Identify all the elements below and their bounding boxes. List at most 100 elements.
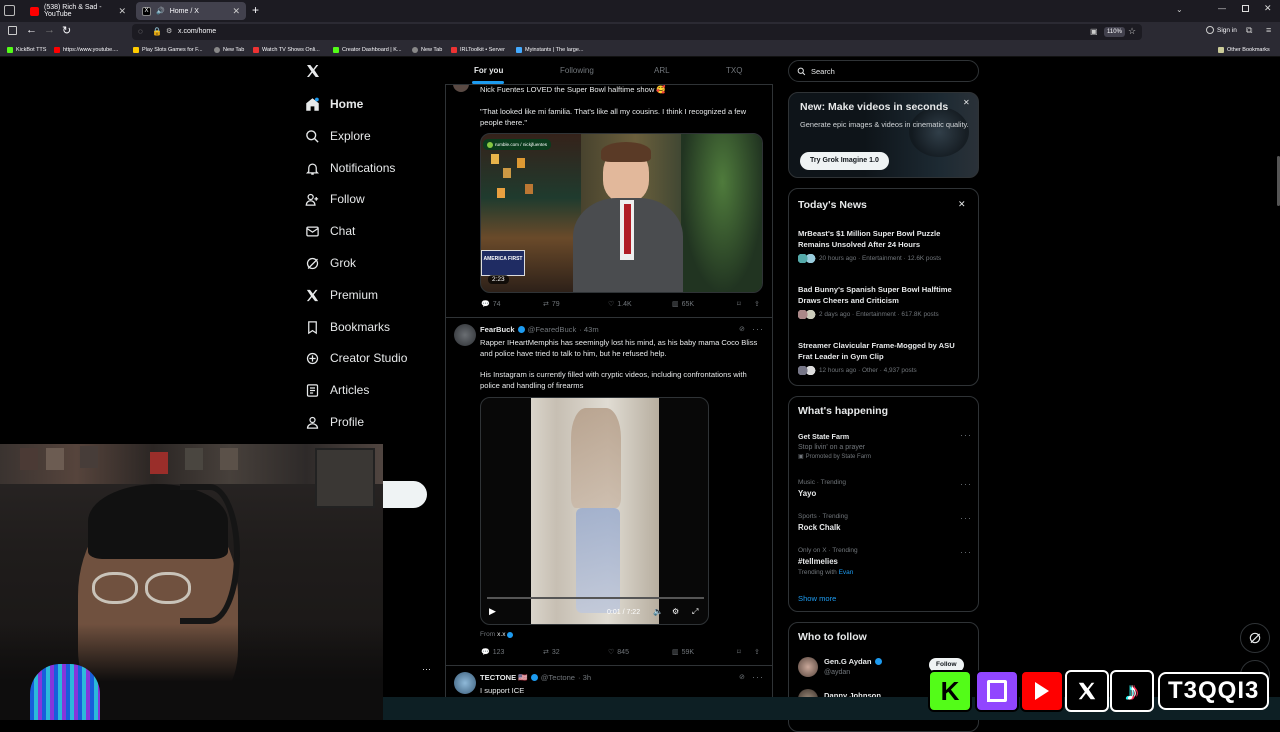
- news-item[interactable]: Bad Bunny's Spanish Super Bowl Halftime …: [798, 285, 970, 319]
- bookmark-star-icon[interactable]: ☆: [1128, 26, 1136, 37]
- tab-for-you[interactable]: For you: [474, 66, 503, 75]
- tab-txq[interactable]: TXQ: [726, 66, 742, 75]
- more-options-icon[interactable]: ···: [960, 479, 972, 489]
- bookmark-item[interactable]: Creator Dashboard | K...: [333, 42, 402, 57]
- close-icon[interactable]: ✕: [963, 98, 970, 107]
- nav-grok[interactable]: Grok: [305, 251, 356, 275]
- trend-item[interactable]: Music · Trending Yayo: [798, 479, 970, 498]
- reply-button[interactable]: 💬 123: [481, 648, 504, 657]
- show-more-link[interactable]: Show more: [798, 594, 836, 603]
- tab-overview-icon[interactable]: [4, 5, 15, 16]
- nav-follow[interactable]: Follow: [305, 187, 365, 211]
- bookmark-item[interactable]: https://www.youtube....: [54, 42, 118, 57]
- address-bar[interactable]: ◌ 🔒 ⚙ x.com/home ▣ 110% ☆: [132, 24, 1142, 40]
- nav-creator-studio[interactable]: Creator Studio: [305, 346, 407, 370]
- settings-icon[interactable]: ⚙: [672, 607, 679, 616]
- close-tab-icon[interactable]: ✕: [232, 6, 240, 17]
- avatar[interactable]: [798, 657, 818, 677]
- bookmark-icon[interactable]: ⌑: [737, 648, 741, 656]
- bookmark-item[interactable]: New Tab: [214, 42, 244, 57]
- bookmark-item[interactable]: New Tab: [412, 42, 442, 57]
- suggested-account-name[interactable]: Gen.G Aydan: [824, 657, 882, 666]
- trend-item[interactable]: Sports · Trending Rock Chalk: [798, 513, 970, 532]
- menu-icon[interactable]: ≡: [1266, 25, 1271, 35]
- search-input[interactable]: Search: [788, 60, 979, 82]
- nav-home[interactable]: Home: [305, 92, 363, 116]
- trend-link[interactable]: Evan: [839, 569, 854, 576]
- from-account-link[interactable]: x.x: [497, 631, 505, 638]
- nav-chat[interactable]: Chat: [305, 219, 355, 243]
- tab-following[interactable]: Following: [560, 66, 594, 75]
- close-tab-icon[interactable]: ✕: [118, 6, 126, 17]
- bookmark-item[interactable]: Play Slots Games for F...: [133, 42, 203, 57]
- bookmark-item[interactable]: IRLToolkit • Server: [451, 42, 505, 57]
- zoom-level[interactable]: 110%: [1104, 27, 1125, 37]
- grok-float-button[interactable]: [1240, 623, 1270, 653]
- list-tabs-icon[interactable]: ⌄: [1176, 5, 1183, 14]
- more-options-icon[interactable]: ···: [960, 547, 972, 557]
- reader-view-icon[interactable]: ▣: [1090, 27, 1098, 36]
- nav-explore[interactable]: Explore: [305, 124, 371, 148]
- author-handle[interactable]: @Tectone: [541, 673, 575, 682]
- tweet-time[interactable]: · 43m: [579, 325, 598, 334]
- extensions-icon[interactable]: ⧉: [1246, 25, 1252, 36]
- maximize-icon[interactable]: [1242, 5, 1249, 12]
- try-grok-imagine-button[interactable]: Try Grok Imagine 1.0: [800, 152, 889, 170]
- lock-icon[interactable]: 🔒: [152, 27, 162, 36]
- reply-button[interactable]: 💬 74: [481, 300, 501, 309]
- bookmark-icon[interactable]: ⌑: [737, 300, 741, 308]
- reload-icon[interactable]: ↻: [62, 24, 71, 37]
- post-button[interactable]: [382, 481, 427, 508]
- bookmark-item[interactable]: Watch TV Shows Onli...: [253, 42, 320, 57]
- nav-premium[interactable]: Premium: [305, 283, 378, 307]
- news-item[interactable]: Streamer Clavicular Frame-Mogged by ASU …: [798, 341, 970, 375]
- bookmark-item[interactable]: KickBot TTS: [7, 42, 46, 57]
- news-item[interactable]: MrBeast's $1 Million Super Bowl Puzzle R…: [798, 229, 970, 263]
- avatar[interactable]: [454, 324, 476, 346]
- tweet-video[interactable]: ▶ 0:01 / 7:22 🔈 ⚙ ⤢: [480, 397, 709, 625]
- more-options-icon[interactable]: ···: [960, 513, 972, 523]
- play-icon[interactable]: ▶: [489, 606, 496, 617]
- forward-icon[interactable]: →: [44, 24, 55, 36]
- like-button[interactable]: ♡ 845: [608, 648, 629, 657]
- author-name[interactable]: FearBuck: [480, 325, 515, 334]
- grok-icon[interactable]: ⊘: [739, 673, 745, 681]
- bookmark-item[interactable]: Myinstants | The large...: [516, 42, 584, 57]
- share-icon[interactable]: ⇪: [754, 300, 760, 308]
- nav-bookmarks[interactable]: Bookmarks: [305, 315, 390, 339]
- tab-x-home[interactable]: X 🔊 Home / X ✕: [136, 2, 246, 20]
- x-logo-icon[interactable]: [305, 63, 323, 81]
- like-button[interactable]: ♡ 1.4K: [608, 300, 632, 309]
- minimize-icon[interactable]: —: [1218, 4, 1226, 13]
- more-options-icon[interactable]: ···: [960, 430, 972, 440]
- more-options-icon[interactable]: ···: [752, 324, 764, 334]
- tweet-video[interactable]: AMERICA FIRST rumble.com / nickjfuentes …: [480, 133, 763, 293]
- views-button[interactable]: ▥ 59K: [672, 648, 694, 657]
- nav-notifications[interactable]: Notifications: [305, 156, 395, 180]
- tab-youtube[interactable]: (538) Rich & Sad - YouTube ✕: [24, 2, 132, 20]
- views-button[interactable]: ▥ 65K: [672, 300, 694, 309]
- trend-item[interactable]: Only on X · Trending #tellmelies Trendin…: [798, 547, 970, 576]
- avatar[interactable]: [454, 672, 476, 694]
- volume-icon[interactable]: 🔈: [653, 607, 663, 616]
- tweet-time[interactable]: · 3h: [578, 673, 591, 682]
- permissions-icon[interactable]: ⚙: [166, 27, 172, 35]
- close-window-icon[interactable]: ✕: [1264, 3, 1272, 14]
- new-tab-icon[interactable]: +: [252, 3, 259, 17]
- shield-icon[interactable]: ◌: [138, 27, 143, 36]
- video-progress-track[interactable]: [487, 597, 704, 599]
- tab-arl[interactable]: ARL: [654, 66, 670, 75]
- back-icon[interactable]: ←: [26, 24, 37, 36]
- account-more-icon[interactable]: ···: [422, 664, 431, 674]
- grok-icon[interactable]: ⊘: [739, 325, 745, 333]
- nav-articles[interactable]: Articles: [305, 378, 369, 402]
- url-text[interactable]: x.com/home: [178, 28, 216, 35]
- sign-in-button[interactable]: Sign in: [1206, 26, 1237, 34]
- trend-item[interactable]: Get State Farm Stop livin' on a prayer ▣…: [798, 432, 970, 460]
- author-name[interactable]: TECTONE 🇺🇸: [480, 673, 528, 682]
- fullscreen-icon[interactable]: ⤢: [692, 607, 698, 617]
- close-icon[interactable]: ✕: [958, 199, 966, 210]
- repost-button[interactable]: ⇄ 32: [543, 648, 560, 657]
- more-options-icon[interactable]: ···: [752, 672, 764, 682]
- other-bookmarks[interactable]: Other Bookmarks: [1218, 42, 1270, 57]
